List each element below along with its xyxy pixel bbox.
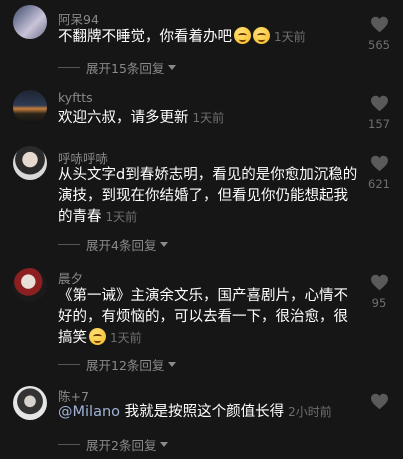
comment-text: 《第一诫》主演余文乐，国产喜剧片，心情不好的，有烦恼的，可以去看一下，很治愈，很… xyxy=(58,286,358,349)
caret-down-icon xyxy=(160,442,169,447)
avatar[interactable] xyxy=(13,146,47,180)
comment-text: 从头文字d到春娇志明，看见的是你愈加沉稳的演技，到现在你结婚了，但看见你仍能想起… xyxy=(58,165,358,228)
caret-down-icon xyxy=(168,362,177,367)
comment-text: 不翻牌不睡觉，你看着办吧 1天前 xyxy=(58,27,358,48)
like-count: 621 xyxy=(368,177,390,191)
comment-username[interactable]: 晨夕 xyxy=(58,268,83,287)
comment-item: 呼哧呼哧 从头文字d到春娇志明，看见的是你愈加沉稳的演技，到现在你结婚了，但看见… xyxy=(0,136,403,257)
divider xyxy=(58,364,80,365)
avatar[interactable] xyxy=(13,90,47,124)
expand-replies-button[interactable]: 展开4条回复 xyxy=(58,235,169,254)
expand-replies-button[interactable]: 展开12条回复 xyxy=(58,355,177,374)
comment-body: 欢迎六叔，请多更新 xyxy=(58,110,189,126)
divider xyxy=(58,244,80,245)
caret-down-icon xyxy=(160,242,169,247)
comment-item: kyftts 欢迎六叔，请多更新 1天前 157 xyxy=(0,80,403,136)
comment-item: 晨夕 《第一诫》主演余文乐，国产喜剧片，心情不好的，有烦恼的，可以去看一下，很治… xyxy=(0,257,403,380)
like-button[interactable]: 95 xyxy=(364,274,394,310)
avatar[interactable] xyxy=(13,5,47,39)
like-button[interactable]: 621 xyxy=(364,155,394,191)
comment-username[interactable]: kyftts xyxy=(58,90,93,105)
heart-icon xyxy=(370,16,388,33)
comment-item: 阿呆94 不翻牌不睡觉，你看着办吧 1天前 展开15条回复 565 xyxy=(0,0,403,80)
like-button[interactable]: 157 xyxy=(364,95,394,131)
expand-replies-button[interactable]: 展开15条回复 xyxy=(58,58,177,77)
comment-time: 1天前 xyxy=(192,111,225,125)
grinning-sweat-emoji xyxy=(253,27,270,44)
expand-replies-label: 展开2条回复 xyxy=(86,438,157,453)
like-count: 565 xyxy=(368,38,390,52)
comment-username[interactable]: 阿呆94 xyxy=(58,9,99,28)
comment-time: 1天前 xyxy=(105,210,138,224)
heart-icon xyxy=(370,95,388,112)
comment-text: 欢迎六叔，请多更新 1天前 xyxy=(58,108,358,129)
divider xyxy=(58,67,80,68)
avatar[interactable] xyxy=(13,268,47,302)
avatar[interactable] xyxy=(13,386,47,420)
like-button[interactable] xyxy=(364,393,394,410)
grinning-emoji xyxy=(89,328,106,345)
like-count: 157 xyxy=(368,117,390,131)
like-button[interactable]: 565 xyxy=(364,16,394,52)
expand-replies-label: 展开4条回复 xyxy=(86,238,157,253)
comment-item: 陈+7 @Milano 我就是按照这个颜值长得 2小时前 展开2条回复 xyxy=(0,380,403,459)
caret-down-icon xyxy=(168,65,177,70)
heart-icon xyxy=(370,155,388,172)
mention-link[interactable]: @Milano xyxy=(58,404,120,420)
like-count: 95 xyxy=(371,296,387,310)
comment-time: 2小时前 xyxy=(288,405,332,419)
expand-replies-label: 展开12条回复 xyxy=(86,358,165,373)
heart-icon xyxy=(370,393,388,410)
comment-body: 不翻牌不睡觉，你看着办吧 xyxy=(58,29,232,45)
heart-icon xyxy=(370,274,388,291)
expand-replies-button[interactable]: 展开2条回复 xyxy=(58,435,169,454)
comment-body: 我就是按照这个颜值长得 xyxy=(124,404,285,420)
expand-replies-label: 展开15条回复 xyxy=(86,61,165,76)
comment-time: 1天前 xyxy=(274,30,306,44)
divider xyxy=(58,444,80,445)
comment-text: @Milano 我就是按照这个颜值长得 2小时前 xyxy=(58,402,358,423)
comment-time: 1天前 xyxy=(110,331,142,345)
grinning-sweat-emoji xyxy=(234,27,251,44)
comment-body: 从头文字d到春娇志明，看见的是你愈加沉稳的演技，到现在你结婚了，但看见你仍能想起… xyxy=(58,167,358,225)
